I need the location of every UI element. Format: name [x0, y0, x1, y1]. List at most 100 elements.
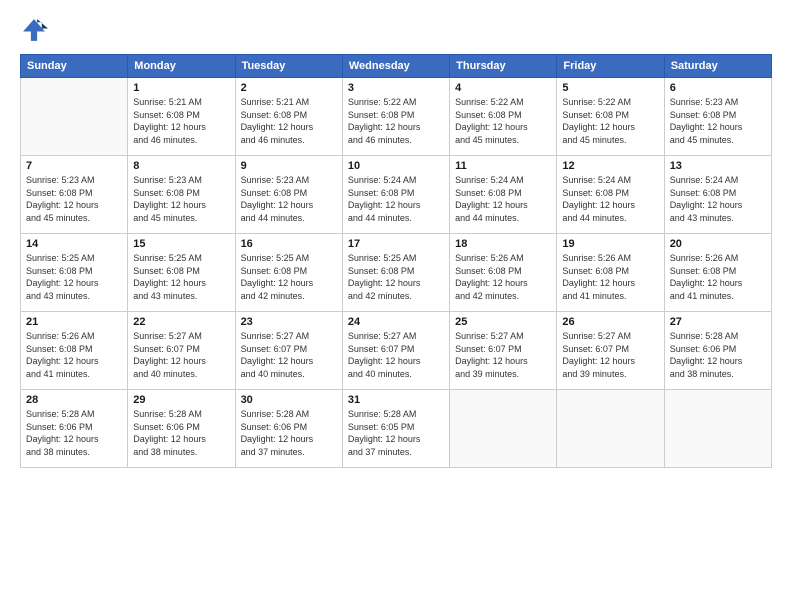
day-number: 30	[241, 394, 337, 406]
day-number: 5	[562, 82, 658, 94]
day-number: 23	[241, 316, 337, 328]
calendar-cell: 30 Sunrise: 5:28 AM Sunset: 6:06 PM Dayli…	[235, 390, 342, 468]
calendar-cell: 13 Sunrise: 5:24 AM Sunset: 6:08 PM Dayli…	[664, 156, 771, 234]
day-number: 26	[562, 316, 658, 328]
day-number: 28	[26, 394, 122, 406]
calendar-cell: 18 Sunrise: 5:26 AM Sunset: 6:08 PM Dayli…	[450, 234, 557, 312]
calendar-cell: 16 Sunrise: 5:25 AM Sunset: 6:08 PM Dayli…	[235, 234, 342, 312]
page: SundayMondayTuesdayWednesdayThursdayFrid…	[0, 0, 792, 612]
day-number: 24	[348, 316, 444, 328]
day-info: Sunrise: 5:26 AM Sunset: 6:08 PM Dayligh…	[562, 252, 658, 302]
column-header-wednesday: Wednesday	[342, 55, 449, 78]
day-info: Sunrise: 5:21 AM Sunset: 6:08 PM Dayligh…	[133, 96, 229, 146]
calendar-cell	[664, 390, 771, 468]
day-info: Sunrise: 5:25 AM Sunset: 6:08 PM Dayligh…	[26, 252, 122, 302]
day-info: Sunrise: 5:27 AM Sunset: 6:07 PM Dayligh…	[133, 330, 229, 380]
column-header-sunday: Sunday	[21, 55, 128, 78]
calendar-cell: 3 Sunrise: 5:22 AM Sunset: 6:08 PM Daylig…	[342, 78, 449, 156]
day-number: 17	[348, 238, 444, 250]
day-info: Sunrise: 5:26 AM Sunset: 6:08 PM Dayligh…	[670, 252, 766, 302]
day-number: 4	[455, 82, 551, 94]
day-number: 25	[455, 316, 551, 328]
day-number: 1	[133, 82, 229, 94]
day-info: Sunrise: 5:28 AM Sunset: 6:06 PM Dayligh…	[26, 408, 122, 458]
calendar-cell: 19Sunrise: 5:26 AM Sunset: 6:08 PM Dayli…	[557, 234, 664, 312]
day-number: 11	[455, 160, 551, 172]
calendar-cell: 22 Sunrise: 5:27 AM Sunset: 6:07 PM Dayli…	[128, 312, 235, 390]
day-number: 12	[562, 160, 658, 172]
day-number: 20	[670, 238, 766, 250]
day-info: Sunrise: 5:28 AM Sunset: 6:06 PM Dayligh…	[670, 330, 766, 380]
calendar-cell: 10 Sunrise: 5:24 AM Sunset: 6:08 PM Dayli…	[342, 156, 449, 234]
day-info: Sunrise: 5:27 AM Sunset: 6:07 PM Dayligh…	[455, 330, 551, 380]
calendar-cell: 17Sunrise: 5:25 AM Sunset: 6:08 PM Dayli…	[342, 234, 449, 312]
day-info: Sunrise: 5:25 AM Sunset: 6:08 PM Dayligh…	[241, 252, 337, 302]
day-number: 3	[348, 82, 444, 94]
day-info: Sunrise: 5:28 AM Sunset: 6:06 PM Dayligh…	[241, 408, 337, 458]
calendar-cell: 4 Sunrise: 5:22 AM Sunset: 6:08 PM Daylig…	[450, 78, 557, 156]
day-number: 31	[348, 394, 444, 406]
day-number: 7	[26, 160, 122, 172]
calendar-cell: 20 Sunrise: 5:26 AM Sunset: 6:08 PM Dayli…	[664, 234, 771, 312]
calendar-cell	[450, 390, 557, 468]
day-info: Sunrise: 5:21 AM Sunset: 6:08 PM Dayligh…	[241, 96, 337, 146]
logo	[20, 16, 52, 44]
calendar-cell: 26Sunrise: 5:27 AM Sunset: 6:07 PM Dayli…	[557, 312, 664, 390]
calendar-cell: 28 Sunrise: 5:28 AM Sunset: 6:06 PM Dayli…	[21, 390, 128, 468]
logo-icon	[20, 16, 48, 44]
calendar-cell	[557, 390, 664, 468]
calendar-cell: 21 Sunrise: 5:26 AM Sunset: 6:08 PM Dayli…	[21, 312, 128, 390]
day-number: 8	[133, 160, 229, 172]
calendar-cell: 5 Sunrise: 5:22 AM Sunset: 6:08 PM Daylig…	[557, 78, 664, 156]
day-info: Sunrise: 5:22 AM Sunset: 6:08 PM Dayligh…	[562, 96, 658, 146]
header	[20, 16, 772, 44]
day-number: 21	[26, 316, 122, 328]
day-info: Sunrise: 5:23 AM Sunset: 6:08 PM Dayligh…	[670, 96, 766, 146]
day-info: Sunrise: 5:23 AM Sunset: 6:08 PM Dayligh…	[133, 174, 229, 224]
day-info: Sunrise: 5:22 AM Sunset: 6:08 PM Dayligh…	[348, 96, 444, 146]
day-number: 27	[670, 316, 766, 328]
column-header-saturday: Saturday	[664, 55, 771, 78]
day-info: Sunrise: 5:28 AM Sunset: 6:05 PM Dayligh…	[348, 408, 444, 458]
day-number: 13	[670, 160, 766, 172]
column-header-friday: Friday	[557, 55, 664, 78]
day-number: 29	[133, 394, 229, 406]
day-info: Sunrise: 5:26 AM Sunset: 6:08 PM Dayligh…	[455, 252, 551, 302]
day-number: 9	[241, 160, 337, 172]
day-number: 6	[670, 82, 766, 94]
day-info: Sunrise: 5:27 AM Sunset: 6:07 PM Dayligh…	[348, 330, 444, 380]
calendar-cell: 23 Sunrise: 5:27 AM Sunset: 6:07 PM Dayli…	[235, 312, 342, 390]
calendar-cell: 6 Sunrise: 5:23 AM Sunset: 6:08 PM Daylig…	[664, 78, 771, 156]
calendar-cell: 9Sunrise: 5:23 AM Sunset: 6:08 PM Daylig…	[235, 156, 342, 234]
calendar-cell: 24 Sunrise: 5:27 AM Sunset: 6:07 PM Dayli…	[342, 312, 449, 390]
day-number: 2	[241, 82, 337, 94]
day-info: Sunrise: 5:24 AM Sunset: 6:08 PM Dayligh…	[348, 174, 444, 224]
column-header-monday: Monday	[128, 55, 235, 78]
day-info: Sunrise: 5:27 AM Sunset: 6:07 PM Dayligh…	[241, 330, 337, 380]
calendar-cell: 11 Sunrise: 5:24 AM Sunset: 6:08 PM Dayli…	[450, 156, 557, 234]
calendar-cell: 25 Sunrise: 5:27 AM Sunset: 6:07 PM Dayli…	[450, 312, 557, 390]
day-number: 16	[241, 238, 337, 250]
calendar-cell: 14 Sunrise: 5:25 AM Sunset: 6:08 PM Dayli…	[21, 234, 128, 312]
column-header-thursday: Thursday	[450, 55, 557, 78]
day-info: Sunrise: 5:28 AM Sunset: 6:06 PM Dayligh…	[133, 408, 229, 458]
day-info: Sunrise: 5:24 AM Sunset: 6:08 PM Dayligh…	[670, 174, 766, 224]
day-info: Sunrise: 5:24 AM Sunset: 6:08 PM Dayligh…	[455, 174, 551, 224]
day-number: 18	[455, 238, 551, 250]
calendar-cell: 2 Sunrise: 5:21 AM Sunset: 6:08 PM Daylig…	[235, 78, 342, 156]
day-info: Sunrise: 5:26 AM Sunset: 6:08 PM Dayligh…	[26, 330, 122, 380]
calendar-cell: 27 Sunrise: 5:28 AM Sunset: 6:06 PM Dayli…	[664, 312, 771, 390]
day-info: Sunrise: 5:22 AM Sunset: 6:08 PM Dayligh…	[455, 96, 551, 146]
calendar-cell: 8 Sunrise: 5:23 AM Sunset: 6:08 PM Daylig…	[128, 156, 235, 234]
day-number: 14	[26, 238, 122, 250]
calendar-cell: 12Sunrise: 5:24 AM Sunset: 6:08 PM Dayli…	[557, 156, 664, 234]
calendar-cell: 1 Sunrise: 5:21 AM Sunset: 6:08 PM Daylig…	[128, 78, 235, 156]
day-number: 10	[348, 160, 444, 172]
day-info: Sunrise: 5:25 AM Sunset: 6:08 PM Dayligh…	[133, 252, 229, 302]
calendar-cell: 15 Sunrise: 5:25 AM Sunset: 6:08 PM Dayli…	[128, 234, 235, 312]
calendar-table: SundayMondayTuesdayWednesdayThursdayFrid…	[20, 54, 772, 468]
day-number: 22	[133, 316, 229, 328]
day-info: Sunrise: 5:23 AM Sunset: 6:08 PM Dayligh…	[26, 174, 122, 224]
day-number: 15	[133, 238, 229, 250]
column-header-tuesday: Tuesday	[235, 55, 342, 78]
